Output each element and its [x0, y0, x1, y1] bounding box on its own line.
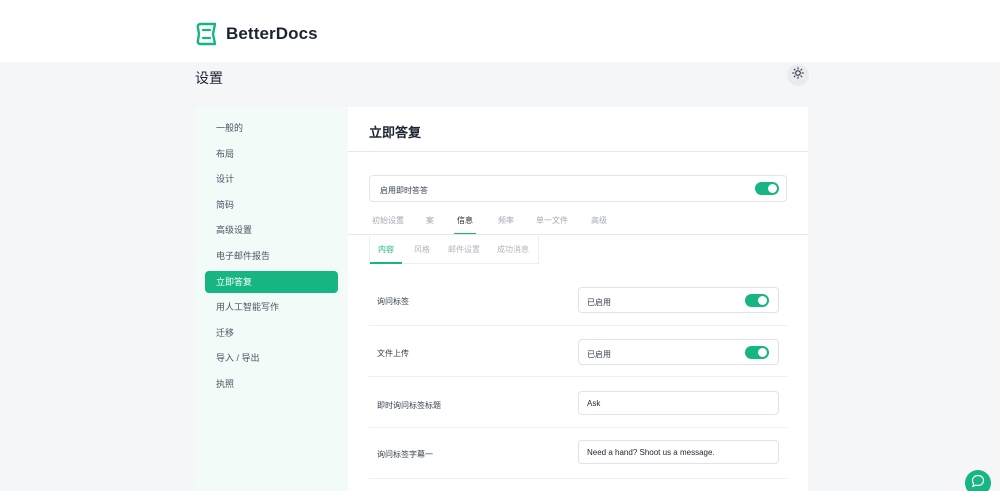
ask-tab-switch-box: 已启用	[578, 287, 779, 313]
betterdocs-logo-icon	[195, 22, 219, 46]
settings-panel: 一般的 布局 设计 简码 高级设置 电子邮件报告 立即答复 用人工智能写作 迁移…	[195, 107, 808, 491]
ask-tab-title-label: 即时询问标签标题	[377, 401, 441, 410]
tabs-divider	[348, 234, 808, 235]
ask-tab-subtitle-input[interactable]	[579, 441, 778, 463]
top-bar: BetterDocs	[0, 0, 1000, 62]
ask-tab-title-row: 即时询问标签标题	[369, 377, 787, 428]
ask-tab-label: 询问标签	[377, 297, 409, 306]
enable-instant-answer-row: 启用即时答答	[369, 175, 787, 202]
sidebar-item-import-export[interactable]: 导入 / 导出	[205, 347, 338, 369]
section-title: 立即答复	[369, 125, 422, 140]
tab-frequency[interactable]: 频率	[498, 215, 514, 235]
tab-case[interactable]: 案	[426, 215, 434, 235]
sidebar-item-general[interactable]: 一般的	[205, 117, 338, 139]
ask-tab-title-input[interactable]	[579, 392, 778, 414]
title-divider	[348, 151, 808, 152]
main-tabs: 初始设置 案 信息 频率 单一文件 高级	[369, 211, 808, 235]
sidebar-item-email-report[interactable]: 电子邮件报告	[205, 245, 338, 267]
sidebar-item-migration[interactable]: 迁移	[205, 322, 338, 344]
theme-toggle-button[interactable]	[787, 64, 809, 86]
subtab-success-message[interactable]: 成功消息	[497, 244, 529, 264]
ask-tab-status: 已启用	[587, 298, 611, 307]
tab-advanced[interactable]: 高级	[591, 215, 607, 235]
file-upload-status: 已启用	[587, 350, 611, 359]
sidebar-item-instant-answer[interactable]: 立即答复	[205, 270, 338, 293]
sidebar-item-write-with-ai[interactable]: 用人工智能写作	[205, 296, 338, 318]
ask-tab-subtitle-row: 询问标签字幕一	[369, 428, 787, 479]
sidebar-item-design[interactable]: 设计	[205, 168, 338, 190]
sub-tabs: 内容 风格 邮件设置 成功消息	[369, 236, 539, 264]
tab-single-doc[interactable]: 单一文件	[536, 215, 568, 235]
subtab-email-settings[interactable]: 邮件设置	[448, 244, 480, 264]
chat-launcher-button[interactable]	[965, 470, 991, 491]
settings-sidebar: 一般的 布局 设计 简码 高级设置 电子邮件报告 立即答复 用人工智能写作 迁移…	[195, 107, 348, 491]
brand-name: BetterDocs	[226, 24, 318, 43]
sidebar-item-layout[interactable]: 布局	[205, 143, 338, 165]
chat-bubble-icon	[971, 474, 985, 491]
file-upload-row: 文件上传 已启用	[369, 326, 787, 377]
sun-icon	[792, 66, 804, 84]
subtab-style[interactable]: 风格	[414, 244, 430, 264]
sidebar-item-advanced[interactable]: 高级设置	[205, 219, 338, 241]
enable-instant-answer-label: 启用即时答答	[380, 186, 428, 195]
enable-instant-answer-toggle[interactable]	[755, 182, 779, 195]
brand-logo[interactable]: BetterDocs	[195, 21, 318, 47]
page-title: 设置	[195, 70, 223, 86]
ask-tab-subtitle-label: 询问标签字幕一	[377, 450, 433, 459]
sidebar-item-license[interactable]: 执照	[205, 373, 338, 395]
subtab-content[interactable]: 内容	[370, 244, 402, 264]
tab-initial-setup[interactable]: 初始设置	[372, 215, 404, 235]
file-upload-toggle[interactable]	[745, 346, 769, 359]
tab-message[interactable]: 信息	[454, 215, 476, 235]
ask-tab-title-field[interactable]	[578, 391, 779, 415]
settings-content: 立即答复 启用即时答答 初始设置 案 信息 频率 单一文件 高级 内容 风格 邮…	[348, 107, 808, 491]
ask-tab-subtitle-field[interactable]	[578, 440, 779, 464]
file-upload-switch-box: 已启用	[578, 339, 779, 365]
ask-tab-toggle[interactable]	[745, 294, 769, 307]
ask-tab-row: 询问标签 已启用	[369, 275, 787, 326]
file-upload-label: 文件上传	[377, 349, 409, 358]
sidebar-item-shortcodes[interactable]: 简码	[205, 194, 338, 216]
